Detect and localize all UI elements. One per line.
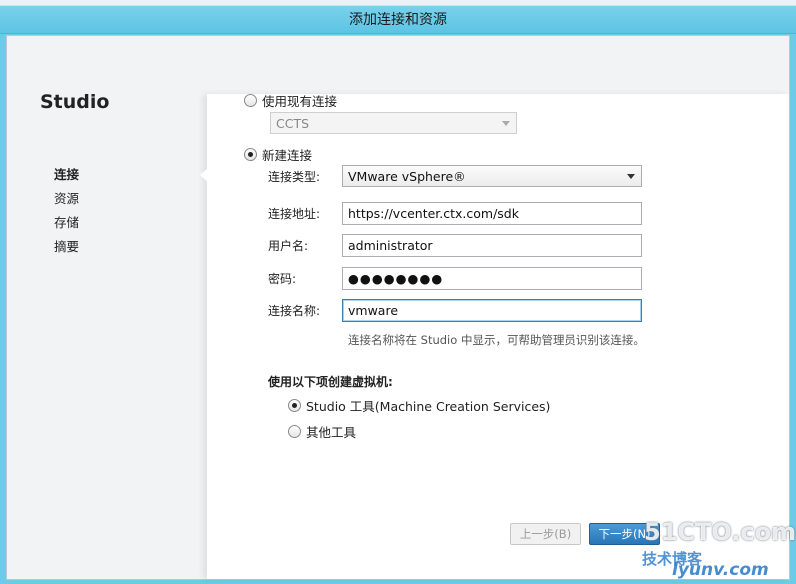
wizard-steps-nav: 连接 资源 存储 摘要 — [54, 166, 79, 262]
radio-circle — [244, 94, 257, 107]
watermark-line1: 51CTO.com — [644, 518, 796, 546]
wizard-window: Studio 连接 资源 存储 摘要 使用现有连接 CCTS 新建连接 连接类型… — [6, 35, 790, 580]
connection-name-label: 连接名称: — [268, 304, 321, 318]
title-bar: 添加连接和资源 — [0, 0, 796, 34]
studio-tools-radio[interactable]: Studio 工具(Machine Creation Services) — [288, 396, 550, 415]
create-new-connection-label: 新建连接 — [262, 148, 313, 163]
step-connection[interactable]: 连接 — [54, 166, 79, 190]
connection-address-input[interactable] — [342, 202, 642, 225]
connection-type-value: VMware vSphere® — [348, 168, 466, 184]
studio-tools-label: Studio 工具(Machine Creation Services) — [306, 399, 551, 414]
existing-connection-dropdown[interactable]: CCTS — [270, 112, 517, 134]
connection-name-hint: 连接名称将在 Studio 中显示，可帮助管理员识别该连接。 — [348, 333, 645, 347]
create-new-connection-radio[interactable]: 新建连接 — [244, 145, 312, 164]
back-button[interactable]: 上一步(B) — [510, 523, 581, 545]
active-step-pointer — [200, 168, 208, 182]
watermark: 51CTO.com 技术博客 lyunv.com — [636, 518, 796, 580]
create-vm-section-title: 使用以下项创建虚拟机: — [268, 375, 393, 389]
step-storage[interactable]: 存储 — [54, 214, 79, 238]
wizard-sidebar: Studio 连接 资源 存储 摘要 — [7, 36, 207, 579]
radio-circle-selected — [244, 148, 257, 161]
other-tools-radio[interactable]: 其他工具 — [288, 422, 356, 441]
step-summary[interactable]: 摘要 — [54, 238, 79, 262]
wizard-content-panel: 使用现有连接 CCTS 新建连接 连接类型: VMware vSphere® 连… — [207, 94, 789, 579]
connection-name-input[interactable] — [342, 299, 642, 322]
other-tools-label: 其他工具 — [306, 425, 357, 440]
window-title: 添加连接和资源 — [349, 12, 447, 28]
studio-brand: Studio — [40, 91, 110, 113]
chevron-down-icon — [627, 174, 635, 179]
username-input[interactable] — [342, 234, 642, 257]
title-bar-top-strip — [0, 0, 796, 6]
existing-connection-value: CCTS — [276, 115, 310, 131]
chevron-down-icon — [502, 121, 510, 126]
password-label: 密码: — [268, 272, 297, 286]
radio-circle-selected — [288, 399, 301, 412]
password-input[interactable] — [342, 267, 642, 290]
connection-address-label: 连接地址: — [268, 207, 321, 221]
use-existing-connection-radio[interactable]: 使用现有连接 — [244, 91, 337, 110]
radio-circle — [288, 425, 301, 438]
username-label: 用户名: — [268, 239, 309, 253]
step-resources[interactable]: 资源 — [54, 190, 79, 214]
use-existing-connection-label: 使用现有连接 — [262, 94, 338, 109]
connection-type-label: 连接类型: — [268, 170, 321, 184]
watermark-line3: lyunv.com — [672, 560, 769, 580]
connection-type-dropdown[interactable]: VMware vSphere® — [342, 165, 642, 187]
